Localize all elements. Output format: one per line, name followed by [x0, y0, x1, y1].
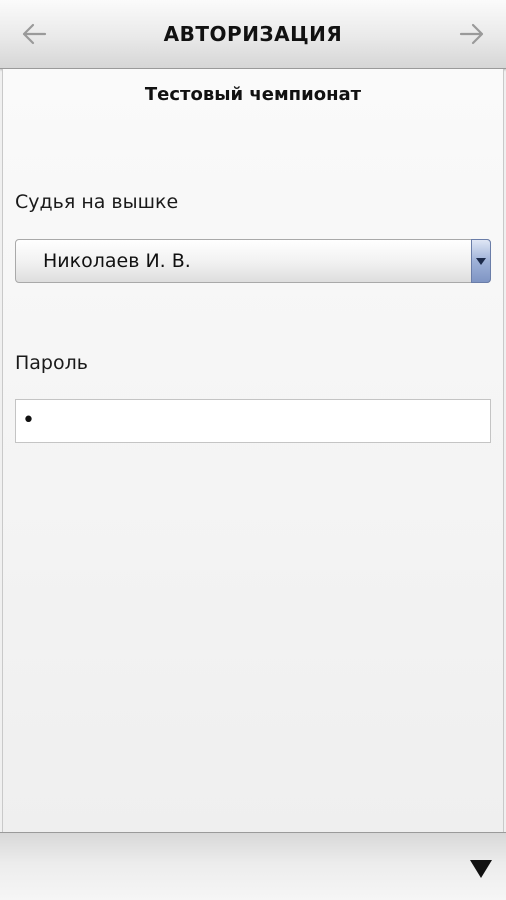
password-label: Пароль	[15, 352, 88, 374]
page-title: АВТОРИЗАЦИЯ	[163, 22, 343, 46]
password-field[interactable]: •	[15, 399, 491, 443]
back-button[interactable]	[14, 14, 54, 54]
overflow-menu-icon	[470, 860, 492, 878]
dropdown-arrow[interactable]	[471, 239, 491, 283]
main-content: Тестовый чемпионат Судья на вышке Никола…	[2, 69, 504, 832]
chevron-down-icon	[476, 257, 486, 265]
judge-label: Судья на вышке	[15, 191, 179, 213]
menu-button[interactable]	[466, 854, 496, 884]
top-bar: АВТОРИЗАЦИЯ	[0, 0, 506, 69]
arrow-left-icon	[22, 23, 47, 45]
bottom-bar	[0, 832, 506, 900]
judge-select[interactable]: Николаев И. В.	[15, 239, 491, 283]
judge-select-value: Николаев И. В.	[43, 250, 191, 272]
championship-title: Тестовый чемпионат	[144, 84, 362, 105]
forward-button[interactable]	[452, 14, 492, 54]
arrow-right-icon	[459, 23, 484, 45]
